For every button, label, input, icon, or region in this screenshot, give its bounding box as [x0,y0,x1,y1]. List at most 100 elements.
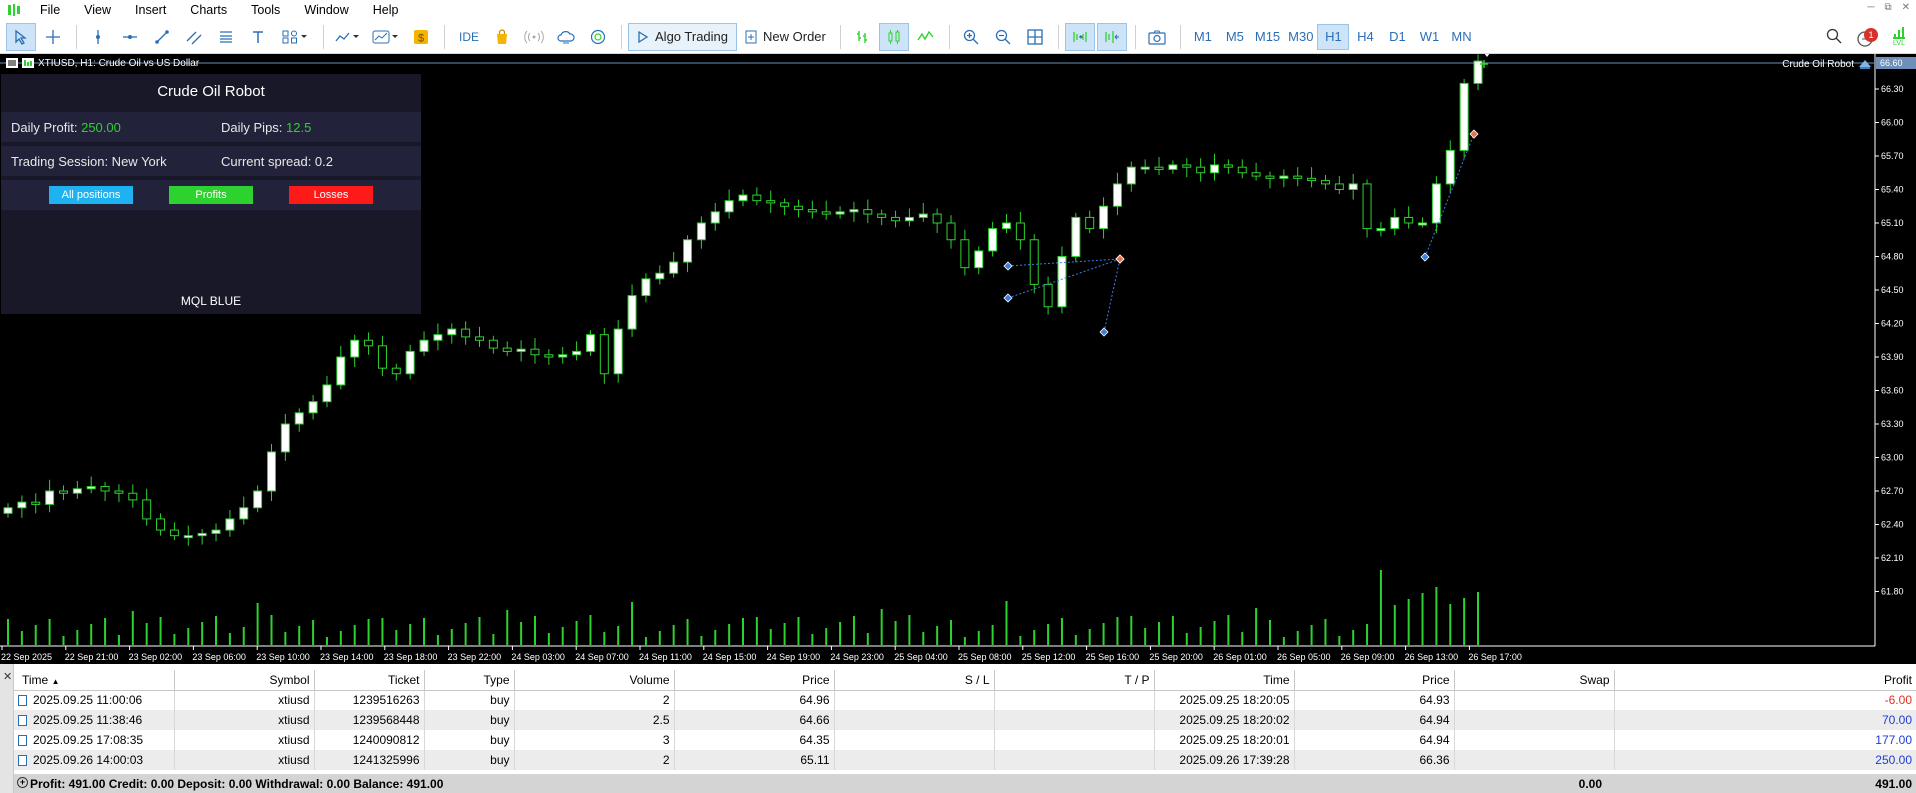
timeframe-m15[interactable]: M15 [1251,24,1284,50]
time-axis-label: 24 Sep 11:00 [639,652,692,662]
zoom-out-icon[interactable] [988,23,1018,51]
screenshot-icon[interactable] [1142,23,1172,51]
menu-tools[interactable]: Tools [239,0,292,20]
timeframe-m30[interactable]: M30 [1284,24,1317,50]
time-axis-label: 26 Sep 13:00 [1405,652,1459,662]
timeframe-w1[interactable]: W1 [1413,24,1445,50]
market-bag-icon[interactable] [487,23,517,51]
current-spread: Current spread: 0.2 [221,153,334,169]
col-tp[interactable]: T / P [994,670,1155,691]
menu-file[interactable]: File [28,0,72,20]
price-chart[interactable]: 66.30 66.00 65.70 65.40 65.10 64.80 64.50 64.20… [0,54,1916,664]
close-toolbox-icon[interactable]: ✕ [3,670,12,683]
community-icon[interactable] [583,23,613,51]
horizontal-line-icon[interactable] [115,23,145,51]
table-row[interactable]: 2025.09.25 17:08:35 xtiusd 1240090812 bu… [14,730,1916,750]
vps-cloud-icon[interactable] [551,23,581,51]
col-time-open[interactable]: Time ▲ [14,670,175,691]
candle-body [766,200,776,204]
indicators-dropdown-icon[interactable] [330,23,366,51]
vertical-line-icon[interactable] [83,23,113,51]
expert-advisor-label[interactable]: Crude Oil Robot [1782,58,1872,70]
close-icon[interactable]: ✕ [1902,2,1910,13]
col-symbol[interactable]: Symbol [174,670,315,691]
candle-body [1168,164,1178,170]
candle-body [1043,283,1053,308]
channel-icon[interactable] [179,23,209,51]
all-positions-button[interactable]: All positions [49,186,133,204]
losses-button[interactable]: Losses [289,186,373,204]
candle-body [72,488,82,494]
chart-type-dropdown-icon[interactable] [368,23,404,51]
candle-body [877,213,887,218]
menu-charts[interactable]: Charts [178,0,239,20]
profits-button[interactable]: Profits [169,186,253,204]
candle-body [1404,216,1414,224]
time-axis-label: 25 Sep 20:00 [1149,652,1203,662]
candle-body [1237,166,1247,174]
volume-group [7,570,1479,645]
timeframe-m1[interactable]: M1 [1187,24,1219,50]
minimize-icon[interactable]: ─ [1867,2,1874,13]
ide-button[interactable]: IDE [451,23,487,51]
col-type[interactable]: Type [424,670,515,691]
timeframe-mn[interactable]: MN [1445,24,1477,50]
toolbar-right: 1 LVL [1826,20,1916,54]
col-swap[interactable]: Swap [1454,670,1615,691]
line-chart-icon[interactable] [911,23,941,51]
daily-profit-label: Daily Profit: [11,119,78,135]
timeframe-h1[interactable]: H1 [1317,23,1350,50]
autoscroll-icon[interactable] [1064,22,1095,51]
notifications-icon[interactable]: 1 [1856,26,1878,48]
tile-windows-icon[interactable] [1020,23,1050,51]
candle-body [1182,164,1192,168]
candlestick-chart-icon[interactable] [878,22,909,51]
table-row[interactable]: 2025.09.25 11:00:06 xtiusd 1239516263 bu… [14,690,1916,710]
new-order-button[interactable]: New Order [737,23,834,51]
expand-summary-icon[interactable]: + [17,777,28,788]
menu-window[interactable]: Window [292,0,360,20]
col-price-close[interactable]: Price [1294,670,1455,691]
zoom-in-icon[interactable] [956,23,986,51]
account-level-icon[interactable]: LVL [1892,26,1906,48]
bar-chart-icon[interactable] [847,23,877,51]
search-icon[interactable] [1826,28,1842,47]
chart-menu-icon[interactable] [6,58,18,68]
table-row[interactable]: 2025.09.25 11:38:46 xtiusd 1239568448 bu… [14,710,1916,730]
fibonacci-icon[interactable] [211,23,241,51]
symbol-icon [22,58,34,68]
col-time-close[interactable]: Time [1154,670,1295,691]
robot-dashboard-panel: Crude Oil Robot Daily Profit: 250.00 Dai… [1,74,421,314]
col-ticket[interactable]: Ticket [314,670,425,691]
col-sl[interactable]: S / L [834,670,995,691]
text-tool-icon[interactable] [243,23,273,51]
timeframe-m5[interactable]: M5 [1219,24,1251,50]
col-price-open[interactable]: Price [674,670,835,691]
col-volume[interactable]: Volume [514,670,675,691]
restore-icon[interactable]: ⧉ [1884,2,1891,13]
robot-profit-row: Daily Profit: 250.00 Daily Pips: 12.5 [1,112,421,142]
app-logo-icon [6,3,22,17]
menu-view[interactable]: View [72,0,123,20]
table-row[interactable]: 2025.09.26 14:00:03 xtiusd 1241325996 bu… [14,750,1916,770]
timeframe-d1[interactable]: D1 [1381,24,1413,50]
trade-entry-marker [1420,252,1430,262]
signals-icon[interactable] [519,23,549,51]
menu-help[interactable]: Help [361,0,411,20]
shapes-dropdown-icon[interactable] [275,23,315,51]
crosshair-icon[interactable] [38,23,68,51]
dollar-icon[interactable]: $ [406,23,436,51]
candle-body [488,339,498,349]
robot-panel-title: Crude Oil Robot [157,82,265,100]
chart-shift-icon[interactable] [1096,22,1127,51]
algo-trading-button[interactable]: Algo Trading [628,22,738,51]
price-axis-label: 62.40 [1881,520,1904,530]
menu-insert[interactable]: Insert [123,0,178,20]
trendline-icon[interactable] [147,23,177,51]
candle-body [364,339,374,347]
cursor-tool-icon[interactable] [6,22,36,51]
timeframe-h4[interactable]: H4 [1349,24,1381,50]
col-profit[interactable]: Profit [1614,670,1916,691]
candle-body [849,209,859,213]
candle-body [1334,183,1344,191]
